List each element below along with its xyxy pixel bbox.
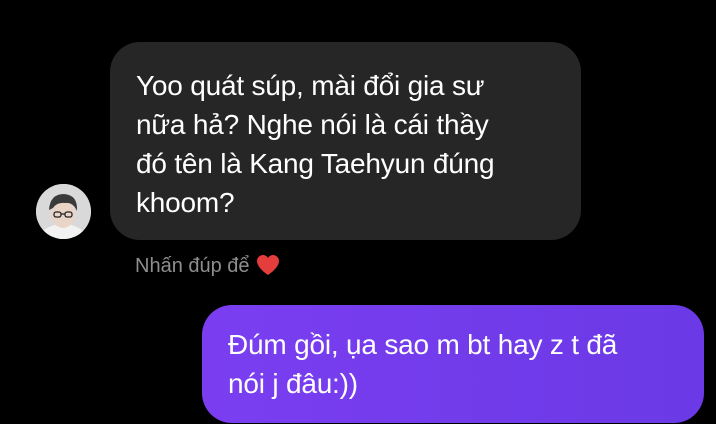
message-line: đó tên là Kang Taehyun đúng (136, 148, 495, 179)
message-line: nữa hả? Nghe nói là cái thầy (136, 109, 489, 140)
contact-avatar[interactable] (36, 184, 91, 239)
message-line: Yoo quát súp, mài đổi gia sư (136, 70, 485, 101)
incoming-message-bubble[interactable]: Yoo quát súp, mài đổi gia sư nữa hả? Ngh… (110, 42, 581, 240)
avatar-photo-icon (36, 184, 91, 239)
double-tap-hint[interactable]: Nhấn đúp để (135, 251, 280, 285)
message-line: khoom? (136, 187, 235, 218)
outgoing-message-bubble[interactable]: Đúm gồi, ụa sao m bt hay z t đã nói j đâ… (202, 305, 704, 423)
heart-icon (256, 254, 280, 285)
message-line: Đúm gồi, ụa sao m bt hay z t đã (228, 329, 618, 360)
message-line: nói j đâu:)) (228, 368, 358, 399)
hint-label: Nhấn đúp để (135, 255, 250, 277)
